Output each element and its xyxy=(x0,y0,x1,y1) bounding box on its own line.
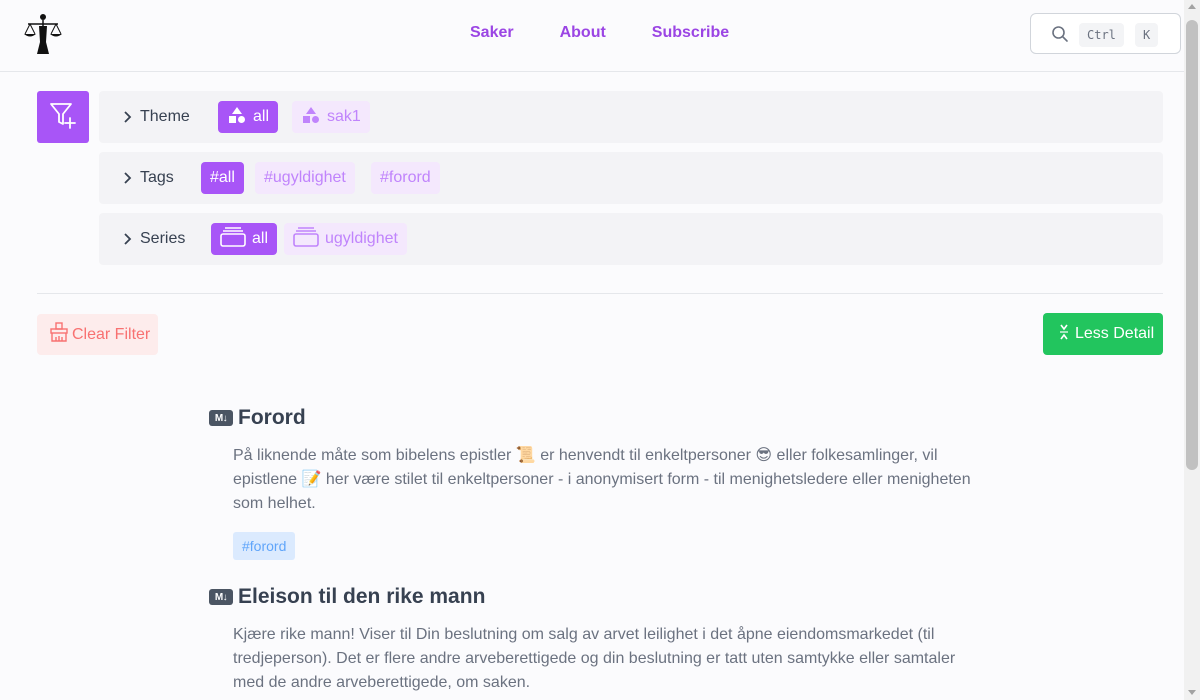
nav-link-saker[interactable]: Saker xyxy=(470,24,514,42)
tag-chip-all[interactable]: #all xyxy=(201,162,244,194)
kbd-ctrl: Ctrl xyxy=(1079,23,1124,47)
article-tag[interactable]: #forord xyxy=(233,532,296,560)
filter-plus-icon xyxy=(48,100,78,135)
series-chip-ugyldighet[interactable]: ugyldighet xyxy=(284,223,407,255)
divider xyxy=(37,293,1163,294)
chip-label: all xyxy=(253,108,270,125)
filter-label-theme: Theme xyxy=(140,108,190,125)
less-detail-label: Less Detail xyxy=(1075,325,1155,342)
series-chip-all[interactable]: all xyxy=(211,223,278,255)
chip-label: #all xyxy=(210,169,235,186)
filter-row-series[interactable]: Series all ugyldighet xyxy=(99,213,1163,265)
filter-toggle-button[interactable] xyxy=(37,91,89,143)
theme-chip-all[interactable]: all xyxy=(218,101,279,133)
article-excerpt: På liknende måte som bibelens epistler 📜… xyxy=(233,447,971,512)
stack-icon xyxy=(220,226,246,252)
article-card: M↓ Forord På liknende måte som bibelens … xyxy=(209,406,989,560)
filter-row-theme[interactable]: Theme all sak1 xyxy=(99,91,1163,143)
nav-link-about[interactable]: About xyxy=(560,24,606,42)
scales-of-justice-logo-icon[interactable] xyxy=(22,12,64,58)
markdown-icon: M↓ xyxy=(209,410,233,426)
tag-chip-ugyldighet[interactable]: #ugyldighet xyxy=(255,162,355,194)
clear-filter-label: Clear Filter xyxy=(72,325,151,343)
shapes-icon xyxy=(227,106,247,129)
broom-icon xyxy=(49,322,69,347)
chip-label: #forord xyxy=(380,169,431,186)
chevron-right-icon[interactable] xyxy=(123,171,133,190)
collapse-chevrons-icon xyxy=(1059,323,1069,346)
article-title[interactable]: Forord xyxy=(238,406,306,430)
filter-row-tags[interactable]: Tags #all #ugyldighet #forord xyxy=(99,152,1163,204)
scroll-up-arrow-icon[interactable] xyxy=(1188,4,1196,9)
theme-chip-sak1[interactable]: sak1 xyxy=(292,101,370,133)
filter-label-tags: Tags xyxy=(140,169,174,186)
search-button[interactable]: Ctrl K xyxy=(1030,13,1181,54)
chevron-right-icon[interactable] xyxy=(123,232,133,251)
chevron-right-icon[interactable] xyxy=(123,110,133,129)
markdown-icon: M↓ xyxy=(209,589,233,605)
clear-filter-button[interactable]: Clear Filter xyxy=(37,314,158,355)
tag-chip-forord[interactable]: #forord xyxy=(371,162,440,194)
nav-link-subscribe[interactable]: Subscribe xyxy=(652,24,729,42)
chip-label: all xyxy=(252,230,269,247)
filter-label-series: Series xyxy=(140,230,186,247)
scroll-down-arrow-icon[interactable] xyxy=(1188,690,1196,695)
kbd-k: K xyxy=(1135,23,1159,47)
top-header: Saker About Subscribe Ctrl K xyxy=(0,0,1184,72)
shapes-icon xyxy=(301,106,321,129)
chip-label: sak1 xyxy=(327,108,361,125)
chip-label: ugyldighet xyxy=(325,230,398,247)
article-title[interactable]: Eleison til den rike mann xyxy=(238,585,485,609)
scrollbar-thumb[interactable] xyxy=(1186,20,1198,470)
stack-icon xyxy=(293,226,319,252)
chip-label: #ugyldighet xyxy=(264,169,346,186)
less-detail-button[interactable]: Less Detail xyxy=(1043,313,1163,355)
search-icon xyxy=(1051,25,1069,48)
article-excerpt: Kjære rike mann! Viser til Din beslutnin… xyxy=(233,626,956,691)
article-card: M↓ Eleison til den rike mann Kjære rike … xyxy=(209,585,989,695)
main-nav: Saker About Subscribe xyxy=(470,24,729,42)
